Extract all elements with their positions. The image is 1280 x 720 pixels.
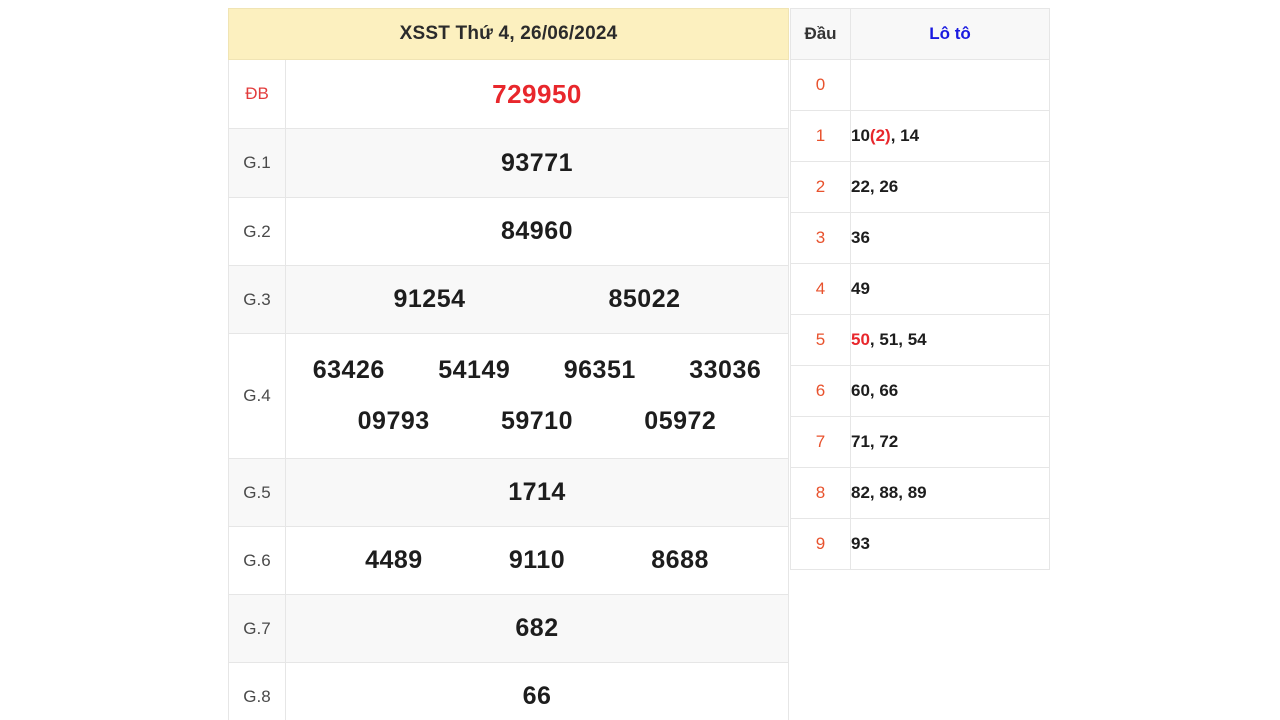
prize-number-line: 93771 bbox=[286, 149, 788, 178]
prize-label-đb: ĐB bbox=[228, 59, 286, 129]
loto-row: 1 10(2), 14 bbox=[790, 110, 1050, 162]
loto-dau-5: 5 bbox=[790, 314, 851, 366]
prize-row: G.6 4489 9110 8688 bbox=[228, 526, 789, 595]
loto-row: 9 93 bbox=[790, 518, 1050, 570]
prize-values-g1: 93771 bbox=[285, 128, 789, 198]
prize-row: G.8 66 bbox=[228, 662, 789, 720]
loto-table: Đầu Lô tô 0 1 10(2), 14 2 22, 26 3 36 4 49 5 50, 5… bbox=[790, 8, 1050, 570]
loto-dau-8: 8 bbox=[790, 467, 851, 519]
prize-number-line: 84960 bbox=[286, 217, 788, 246]
loto-dau-3: 3 bbox=[790, 212, 851, 264]
prize-row: G.1 93771 bbox=[228, 128, 789, 198]
result-table-header-cell: XSST Thứ 4, 26/06/2024 bbox=[228, 8, 789, 60]
loto-dau-6: 6 bbox=[790, 365, 851, 417]
loto-dau-1: 1 bbox=[790, 110, 851, 162]
loto-dau-2: 2 bbox=[790, 161, 851, 213]
prize-values-g7: 682 bbox=[285, 594, 789, 663]
prize-values-g2: 84960 bbox=[285, 197, 789, 266]
loto-header-dau: Đầu bbox=[790, 8, 851, 60]
loto-row: 3 36 bbox=[790, 212, 1050, 264]
loto-row: 4 49 bbox=[790, 263, 1050, 315]
prize-number-line: 729950 bbox=[286, 79, 788, 110]
prize-number: 66 bbox=[522, 682, 552, 710]
loto-row: 2 22, 26 bbox=[790, 161, 1050, 213]
loto-table-body: Đầu Lô tô 0 1 10(2), 14 2 22, 26 3 36 4 49 5 50, 5… bbox=[790, 8, 1050, 570]
prize-row: G.5 1714 bbox=[228, 458, 789, 527]
loto-dau-7: 7 bbox=[790, 416, 851, 468]
prize-number: 91254 bbox=[393, 285, 466, 313]
prize-label-g7: G.7 bbox=[228, 594, 286, 663]
loto-values-7: 71, 72 bbox=[850, 416, 1050, 468]
prize-label-g3: G.3 bbox=[228, 265, 286, 334]
result-table-body: XSST Thứ 4, 26/06/2024 ĐB 729950 G.1 93771 G… bbox=[228, 8, 789, 720]
prize-number: 84960 bbox=[500, 217, 574, 245]
prize-number-line: 63426 54149 96351 33036 bbox=[286, 356, 788, 385]
loto-values-6: 60, 66 bbox=[850, 365, 1050, 417]
prize-number: 63426 bbox=[312, 356, 385, 384]
loto-row: 7 71, 72 bbox=[790, 416, 1050, 468]
prize-number-line: 4489 9110 8688 bbox=[286, 546, 788, 575]
prize-number: 33036 bbox=[689, 356, 762, 384]
loto-table-header-row: Đầu Lô tô bbox=[790, 8, 1050, 60]
loto-special-number: 50 bbox=[851, 330, 870, 349]
prize-number: 59710 bbox=[500, 407, 573, 435]
prize-values-g3: 91254 85022 bbox=[285, 265, 789, 334]
prize-values-g8: 66 bbox=[285, 662, 789, 720]
prize-number: 54149 bbox=[438, 356, 511, 384]
lottery-results-page: XSST Thứ 4, 26/06/2024 ĐB 729950 G.1 93771 G… bbox=[0, 0, 1280, 720]
prize-row: G.4 63426 54149 96351 33036 09793 59710 05972 bbox=[228, 333, 789, 459]
prize-row: G.7 682 bbox=[228, 594, 789, 663]
prize-number: 93771 bbox=[500, 148, 574, 177]
result-table: XSST Thứ 4, 26/06/2024 ĐB 729950 G.1 93771 G… bbox=[228, 8, 789, 720]
prize-number-line: 09793 59710 05972 bbox=[286, 407, 788, 436]
loto-dau-0: 0 bbox=[790, 59, 851, 111]
prize-number-line: 91254 85022 bbox=[286, 285, 788, 314]
loto-values-1: 10(2), 14 bbox=[850, 110, 1050, 162]
loto-values-9: 93 bbox=[850, 518, 1050, 570]
prize-values-đb: 729950 bbox=[285, 59, 789, 129]
loto-values-4: 49 bbox=[850, 263, 1050, 315]
prize-number: 682 bbox=[515, 614, 559, 642]
loto-dau-4: 4 bbox=[790, 263, 851, 315]
loto-row: 6 60, 66 bbox=[790, 365, 1050, 417]
prize-row: G.2 84960 bbox=[228, 197, 789, 266]
prize-number: 85022 bbox=[608, 285, 681, 313]
result-table-title: XSST Thứ 4, 26/06/2024 bbox=[399, 23, 618, 44]
prize-number-line: 66 bbox=[286, 682, 788, 711]
loto-repeat-count: (2) bbox=[869, 126, 891, 145]
prize-label-g8: G.8 bbox=[228, 662, 286, 720]
prize-number: 8688 bbox=[651, 546, 709, 574]
prize-label-g5: G.5 bbox=[228, 458, 286, 527]
prize-number: 1714 bbox=[508, 478, 566, 506]
loto-row: 5 50, 51, 54 bbox=[790, 314, 1050, 366]
prize-values-g6: 4489 9110 8688 bbox=[285, 526, 789, 595]
loto-row: 8 82, 88, 89 bbox=[790, 467, 1050, 519]
result-table-header-row: XSST Thứ 4, 26/06/2024 bbox=[228, 8, 789, 60]
prize-row: G.3 91254 85022 bbox=[228, 265, 789, 334]
prize-number: 729950 bbox=[492, 78, 582, 109]
prize-row: ĐB 729950 bbox=[228, 59, 789, 129]
prize-number: 09793 bbox=[357, 407, 430, 435]
loto-dau-9: 9 bbox=[790, 518, 851, 570]
prize-label-g6: G.6 bbox=[228, 526, 286, 595]
prize-label-g4: G.4 bbox=[228, 333, 286, 459]
loto-values-8: 82, 88, 89 bbox=[850, 467, 1050, 519]
prize-number: 05972 bbox=[644, 407, 717, 435]
prize-label-g1: G.1 bbox=[228, 128, 286, 198]
loto-header-loto: Lô tô bbox=[850, 8, 1050, 60]
prize-number-line: 682 bbox=[286, 614, 788, 643]
prize-number: 4489 bbox=[365, 546, 423, 574]
prize-number-line: 1714 bbox=[286, 478, 788, 507]
loto-values-0 bbox=[850, 59, 1050, 111]
prize-values-g4: 63426 54149 96351 33036 09793 59710 05972 bbox=[285, 333, 789, 459]
prize-values-g5: 1714 bbox=[285, 458, 789, 527]
loto-row: 0 bbox=[790, 59, 1050, 111]
loto-values-2: 22, 26 bbox=[850, 161, 1050, 213]
prize-number: 9110 bbox=[508, 546, 566, 574]
loto-values-5: 50, 51, 54 bbox=[850, 314, 1050, 366]
prize-label-g2: G.2 bbox=[228, 197, 286, 266]
loto-values-3: 36 bbox=[850, 212, 1050, 264]
prize-number: 96351 bbox=[563, 356, 636, 384]
